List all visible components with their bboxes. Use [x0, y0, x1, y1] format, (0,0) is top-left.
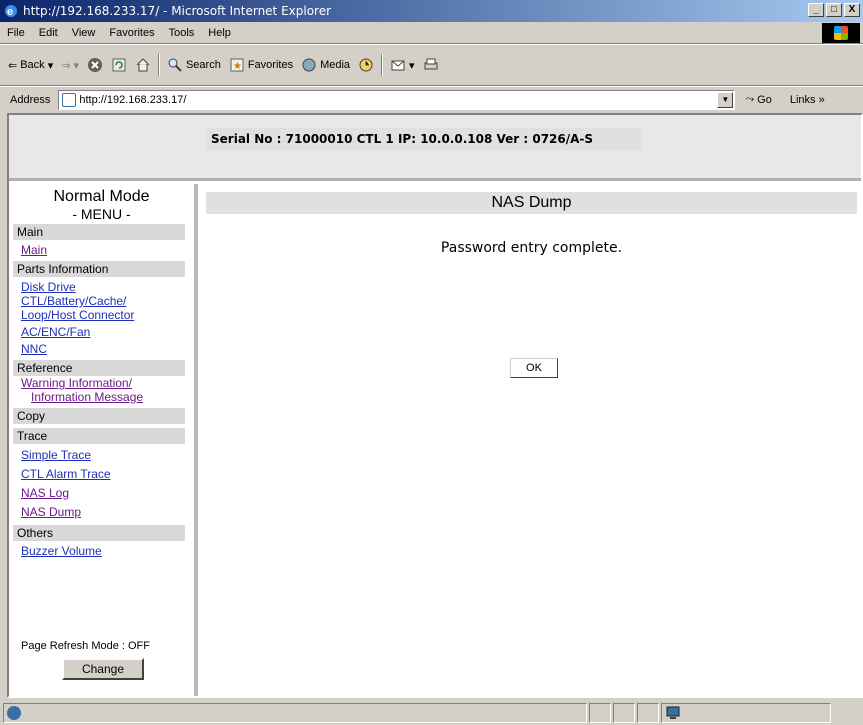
search-icon	[168, 58, 182, 72]
status-pane	[589, 702, 611, 723]
status-pane	[613, 702, 635, 723]
change-button[interactable]: Change	[62, 658, 144, 680]
favorites-icon: ★	[230, 58, 244, 72]
ok-button[interactable]: OK	[510, 358, 558, 378]
menu-view[interactable]: View	[65, 27, 103, 39]
window-title-bar: e http://192.168.233.17/ - Microsoft Int…	[0, 0, 863, 22]
go-label: Go	[757, 93, 772, 106]
status-bar	[0, 700, 863, 725]
link-nnc[interactable]: NNC	[9, 342, 194, 356]
menu-heading: - MENU -	[72, 206, 131, 222]
menu-favorites[interactable]: Favorites	[102, 27, 161, 39]
menu-help[interactable]: Help	[201, 27, 238, 39]
media-button[interactable]: Media	[297, 53, 354, 77]
link-ctl-battery-cache[interactable]: CTL/Battery/Cache/	[9, 294, 194, 308]
home-icon	[136, 58, 150, 72]
link-ctl-alarm-trace[interactable]: CTL Alarm Trace	[9, 467, 194, 481]
forward-arrow-icon: ⇒	[61, 59, 71, 72]
svg-text:e: e	[7, 6, 13, 18]
history-button[interactable]	[354, 53, 378, 77]
menu-tools[interactable]: Tools	[162, 27, 202, 39]
window-title: http://192.168.233.17/ - Microsoft Inter…	[23, 4, 332, 18]
link-disk-drive[interactable]: Disk Drive	[9, 280, 194, 294]
mail-icon	[391, 60, 405, 71]
link-warning-information[interactable]: Warning Information/	[9, 376, 194, 390]
back-arrow-icon: ⇐	[8, 59, 18, 72]
section-trace: Trace	[13, 428, 185, 444]
back-label: Back	[20, 59, 45, 71]
link-buzzer-volume[interactable]: Buzzer Volume	[9, 544, 194, 558]
media-icon	[302, 58, 316, 72]
address-label: Address	[10, 93, 51, 106]
address-bar: Address http://192.168.233.17/ ▼ ⤳ Go Li…	[0, 86, 863, 112]
serial-info-bar: Serial No : 71000010 CTL 1 IP: 10.0.0.10…	[207, 128, 642, 150]
main-frame: NAS Dump Password entry complete. OK	[202, 184, 861, 696]
page-title: NAS Dump	[206, 192, 857, 214]
local-intranet-icon	[666, 706, 680, 719]
refresh-button[interactable]	[107, 53, 131, 77]
favorites-button[interactable]: ★ Favorites	[225, 53, 297, 77]
top-frame: Serial No : 71000010 CTL 1 IP: 10.0.0.10…	[9, 115, 861, 181]
status-pane	[637, 702, 659, 723]
address-url: http://192.168.233.17/	[79, 93, 187, 106]
link-nas-dump[interactable]: NAS Dump	[9, 505, 194, 519]
toolbar-separator	[381, 54, 384, 76]
section-parts-information: Parts Information	[13, 261, 185, 277]
toolbar-separator	[157, 54, 160, 76]
search-label: Search	[185, 59, 221, 71]
page-refresh-mode: Page Refresh Mode : OFF	[21, 640, 150, 652]
links-button[interactable]: Links »	[790, 94, 825, 106]
favorites-label: Favorites	[247, 59, 294, 71]
minimize-button[interactable]: _	[808, 3, 824, 17]
zone-pane	[661, 702, 831, 723]
section-reference: Reference	[13, 360, 185, 376]
status-text-pane	[3, 702, 587, 723]
address-input[interactable]: http://192.168.233.17/ ▼	[58, 89, 736, 110]
chevron-down-icon: ▾	[409, 59, 415, 72]
mode-title: Normal Mode	[53, 188, 150, 205]
home-button[interactable]	[131, 53, 155, 77]
toolbar: ⇐ Back ▾ ⇒ ▾ Search ★ Favorites Media ▾	[0, 44, 863, 86]
stop-button[interactable]	[83, 53, 107, 77]
forward-button[interactable]: ⇒ ▾	[57, 53, 83, 77]
menu-edit[interactable]: Edit	[32, 27, 65, 39]
section-others: Others	[13, 525, 185, 541]
link-simple-trace[interactable]: Simple Trace	[9, 448, 194, 462]
page-status-icon	[7, 705, 21, 720]
back-button[interactable]: ⇐ Back ▾	[4, 53, 57, 77]
link-ac-enc-fan[interactable]: AC/ENC/Fan	[9, 325, 194, 339]
svg-text:★: ★	[233, 61, 242, 72]
chevron-down-icon: ▾	[47, 59, 54, 72]
page-content: Serial No : 71000010 CTL 1 IP: 10.0.0.10…	[7, 113, 863, 698]
go-button[interactable]: ⤳ Go	[745, 93, 772, 106]
search-button[interactable]: Search	[163, 53, 225, 77]
internet-explorer-icon: e	[5, 5, 17, 18]
close-button[interactable]: X	[844, 3, 860, 17]
link-main[interactable]: Main	[9, 243, 194, 257]
menu-file[interactable]: File	[0, 27, 32, 39]
link-information-message[interactable]: Information Message	[9, 390, 194, 404]
refresh-icon	[112, 58, 126, 72]
link-nas-log[interactable]: NAS Log	[9, 486, 194, 500]
address-dropdown-button[interactable]: ▼	[717, 91, 734, 108]
menu-frame: Normal Mode - MENU - Main Main Parts Inf…	[9, 184, 198, 696]
maximize-button[interactable]: □	[826, 3, 842, 17]
mail-button[interactable]: ▾	[386, 53, 419, 77]
media-label: Media	[320, 59, 351, 71]
chevron-down-icon: ▾	[73, 59, 79, 72]
status-message: Password entry complete.	[440, 240, 623, 256]
page-icon	[62, 92, 77, 107]
links-label: Links	[789, 93, 816, 106]
menu-bar: File Edit View Favorites Tools Help	[0, 22, 863, 44]
go-arrow-icon: ⤳	[745, 93, 755, 105]
section-copy: Copy	[13, 408, 185, 424]
section-main: Main	[13, 224, 185, 240]
windows-logo	[822, 23, 860, 43]
history-icon	[359, 58, 373, 72]
print-icon	[424, 58, 438, 70]
print-button[interactable]	[419, 53, 443, 77]
stop-icon	[87, 58, 102, 72]
link-loop-host-connector[interactable]: Loop/Host Connector	[9, 308, 194, 322]
